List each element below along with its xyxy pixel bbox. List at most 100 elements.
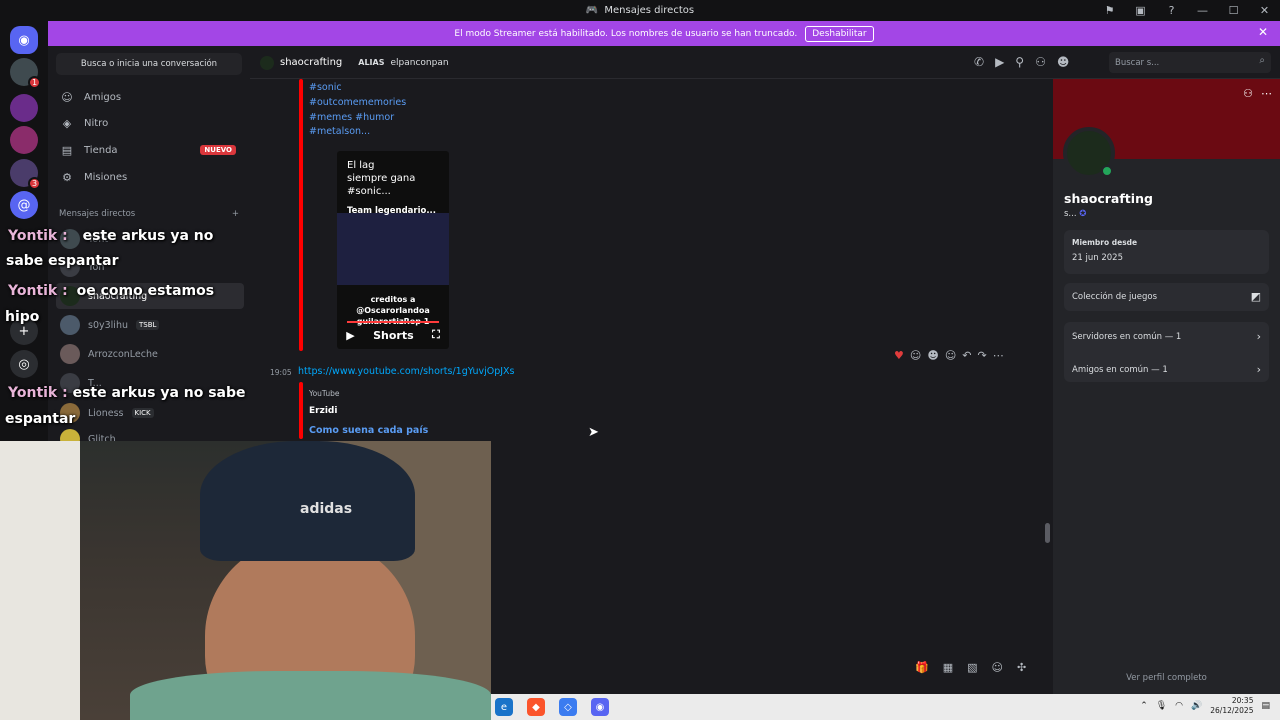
embed-provider[interactable]: YouTube [309,389,340,398]
add-friends-icon[interactable]: ⚇ [1035,55,1046,69]
inbox-icon[interactable]: ▣ [1125,0,1156,21]
user-profile-icon[interactable]: ☻ [1057,55,1070,69]
video-progress-bar[interactable] [347,321,439,323]
minimize-button[interactable]: — [1187,0,1218,21]
new-badge: NUEVO [200,145,236,155]
quests-icon: ⚙ [62,170,72,184]
more-options-icon[interactable]: ⋯ [1261,87,1272,100]
voice-call-icon[interactable]: ✆ [974,55,984,69]
volume-icon[interactable]: 🔊 [1191,701,1202,711]
stream-chat-line: Yontik : oe como estamos [8,283,215,299]
flag-icon[interactable]: ⚑ [1094,0,1125,21]
find-conversation-button[interactable]: Busca o inicia una conversación [56,53,242,75]
mutual-friends[interactable]: Amigos en común — 1 [1072,365,1168,375]
stream-chat-line: Yontik : este arkus ya no [8,228,214,244]
server-icon-2[interactable] [10,94,38,122]
heart-reaction-icon[interactable]: ♥ [894,349,904,362]
online-status-icon [1101,165,1113,177]
profile-banner-actions: ⚇ ⋯ [1243,87,1272,100]
notifications-icon[interactable]: ▤ [1261,701,1270,711]
add-friend-icon[interactable]: ⚇ [1243,87,1253,100]
disable-streamer-button[interactable]: Deshabilitar [805,25,874,42]
chat-username[interactable]: shaocrafting [280,57,342,68]
emoji-icon[interactable]: ☺ [992,661,1003,674]
microphone-icon[interactable]: 🎙 [1156,701,1167,711]
chat-header: shaocrafting ALIAS elpanconpan ✆ ▶ ⚲ ⚇ ☻… [250,46,1280,79]
stream-chat-line: hipo [5,309,40,325]
create-dm-icon[interactable]: + [232,209,239,219]
reply-icon[interactable]: ↶ [962,349,971,362]
search-icon: ⌕ [1259,55,1265,66]
sticker-icon[interactable]: ▧ [967,661,977,674]
window-controls: ⚑ ▣ ? — ☐ ✕ [1094,0,1280,21]
video-controls: ▶ Shorts ⛶ [337,328,449,342]
scrollbar-thumb[interactable] [1045,523,1050,543]
dm-item[interactable]: ArrozconLeche [56,341,244,367]
video-call-icon[interactable]: ▶ [995,55,1004,69]
video-embed[interactable]: El lag siempre gana #sonic... Team legen… [337,151,449,349]
mouse-cursor-icon: ➤ [588,425,599,440]
play-icon[interactable]: ▶ [346,329,354,342]
game-controller-icon: ◩ [1250,290,1261,303]
window-title: 🎮 Mensajes directos [585,5,695,16]
webcam-background-door [0,441,80,720]
view-full-profile-link[interactable]: Ver perfil completo [1053,673,1280,683]
game-collection-card[interactable]: Colección de juegos ◩ [1064,283,1269,311]
close-banner-icon[interactable]: ✕ [1258,25,1268,39]
member-since-card: Miembro desde 21 jun 2025 [1064,230,1269,274]
joy-reaction-icon[interactable]: ☻ [927,349,938,362]
gif-icon[interactable]: ▦ [943,661,953,674]
maximize-button[interactable]: ☐ [1218,0,1249,21]
help-icon[interactable]: ? [1156,0,1187,21]
profile-name: shaocrafting [1064,191,1153,206]
nav-nitro[interactable]: ◈ Nitro [56,111,244,135]
apps-icon[interactable]: ✣ [1017,661,1026,674]
wifi-icon[interactable]: ◠ [1175,701,1183,711]
nav-quests[interactable]: ⚙ Misiones [56,165,244,189]
stream-chat-line: Yontik : este arkus ya no sabe [8,385,246,401]
forward-icon[interactable]: ↷ [978,349,987,362]
search-input[interactable]: Buscar s... ⌕ [1109,52,1271,73]
composer-toolbar: 🎁 ▦ ▧ ☺ ✣ [915,661,1026,674]
server-icon-1[interactable]: 1 [10,58,41,89]
server-icon-3[interactable] [10,126,38,154]
nav-shop[interactable]: ▤ Tienda NUEVO [56,138,244,162]
embed-author[interactable]: Erzidi [309,406,337,416]
guild-tag: TSBL [135,320,160,330]
fullscreen-icon[interactable]: ⛶ [432,328,440,342]
add-reaction-icon[interactable]: ☺ [945,349,956,362]
hashtag-link[interactable]: #memes #humor [309,112,394,123]
brave-icon[interactable]: ◆ [527,698,545,716]
chevron-right-icon: › [1256,330,1261,343]
laugh-reaction-icon[interactable]: ☺ [910,349,921,362]
guild-tag: KICK [131,408,154,418]
hashtag-link[interactable]: #outcomememories [309,97,406,108]
embed-title[interactable]: Como suena cada país [309,425,428,436]
shorts-label: Shorts [373,328,414,342]
more-options-icon[interactable]: ⋯ [993,349,1004,362]
message-link[interactable]: https://www.youtube.com/shorts/1gYuvjOpJ… [298,366,515,377]
mutual-servers[interactable]: Servidores en común — 1 [1072,332,1181,342]
server-icon-4[interactable]: 3 [10,159,41,190]
app-icon[interactable]: ◇ [559,698,577,716]
tray-chevron-icon[interactable]: ⌃ [1140,701,1148,711]
dm-home-icon[interactable]: ◉ [10,26,38,54]
pinned-messages-icon[interactable]: ⚲ [1015,55,1024,69]
stream-chat-line: sabe espantar [6,253,119,269]
discord-logo-icon: 🎮 [585,5,599,16]
dm-item[interactable]: s0y3lihu TSBL [56,312,244,338]
hashtag-link[interactable]: #sonic [309,82,342,93]
taskbar-apps: e ◆ ◇ ◉ [491,698,609,716]
discord-taskbar-icon[interactable]: ◉ [591,698,609,716]
close-window-button[interactable]: ✕ [1249,0,1280,21]
edge-icon[interactable]: e [495,698,513,716]
hashtag-link[interactable]: #metalson... [309,126,370,137]
discover-icon[interactable]: ◎ [10,350,38,378]
clock[interactable]: 20:35 26/12/2025 [1210,696,1253,716]
shop-icon: ▤ [61,143,73,157]
nav-friends[interactable]: ☺ Amigos [56,85,244,109]
mutual-card: Servidores en común — 1 › Amigos en comú… [1064,322,1269,382]
gift-icon[interactable]: 🎁 [915,661,929,674]
stream-chat-line: espantar [5,411,76,427]
at-mention-icon[interactable]: @ [10,191,38,219]
